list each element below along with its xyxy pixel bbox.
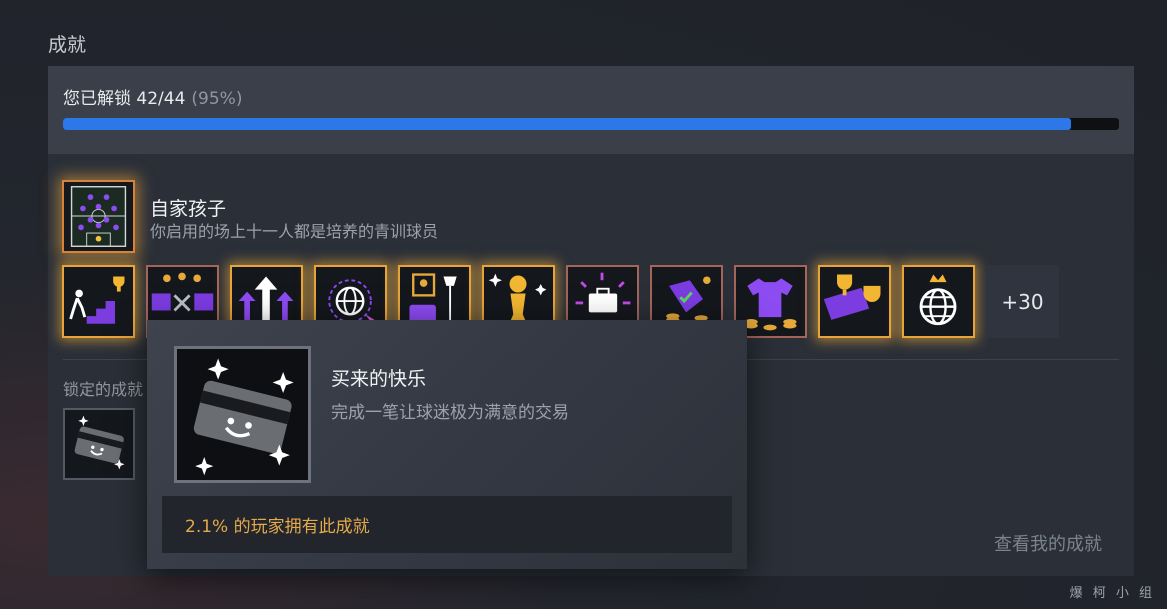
scarf-trophies-icon[interactable] (818, 265, 891, 338)
rarity-text: 2.1% 的玩家拥有此成就 (185, 517, 370, 537)
more-achievements-button[interactable]: +30 (986, 265, 1059, 338)
locked-achievements-label: 锁定的成就 (63, 380, 144, 399)
progress-bar (63, 118, 1119, 130)
watermark: 爆 柯 小 组 (1069, 586, 1155, 601)
progress-area: 您已解锁 42/44 (95%) (48, 66, 1134, 154)
section-title: 成就 (48, 34, 87, 56)
stairs-trophy-icon[interactable] (62, 265, 135, 338)
smiling-card-icon[interactable] (63, 408, 135, 480)
progress-bar-fill (63, 118, 1072, 130)
featured-achievement-name: 自家孩子 (150, 198, 227, 220)
featured-achievement-description: 你启用的场上十一人都是培养的青训球员 (150, 222, 439, 241)
progress-text: 您已解锁 42/44 (95%) (63, 84, 242, 109)
progress-percent: (95%) (191, 89, 243, 109)
smiling-card-icon (174, 346, 311, 483)
achievement-tooltip: 买来的快乐 完成一笔让球迷极为满意的交易 2.1% 的玩家拥有此成就 (147, 320, 747, 569)
tooltip-achievement-description: 完成一笔让球迷极为满意的交易 (331, 403, 569, 423)
tooltip-achievement-name: 买来的快乐 (331, 368, 427, 390)
progress-label: 您已解锁 42/44 (63, 89, 186, 109)
football-pitch-icon[interactable] (62, 180, 135, 253)
globe-crown-icon[interactable] (902, 265, 975, 338)
view-my-achievements-link[interactable]: 查看我的成就 (994, 530, 1102, 556)
tooltip-rarity: 2.1% 的玩家拥有此成就 (162, 496, 732, 553)
